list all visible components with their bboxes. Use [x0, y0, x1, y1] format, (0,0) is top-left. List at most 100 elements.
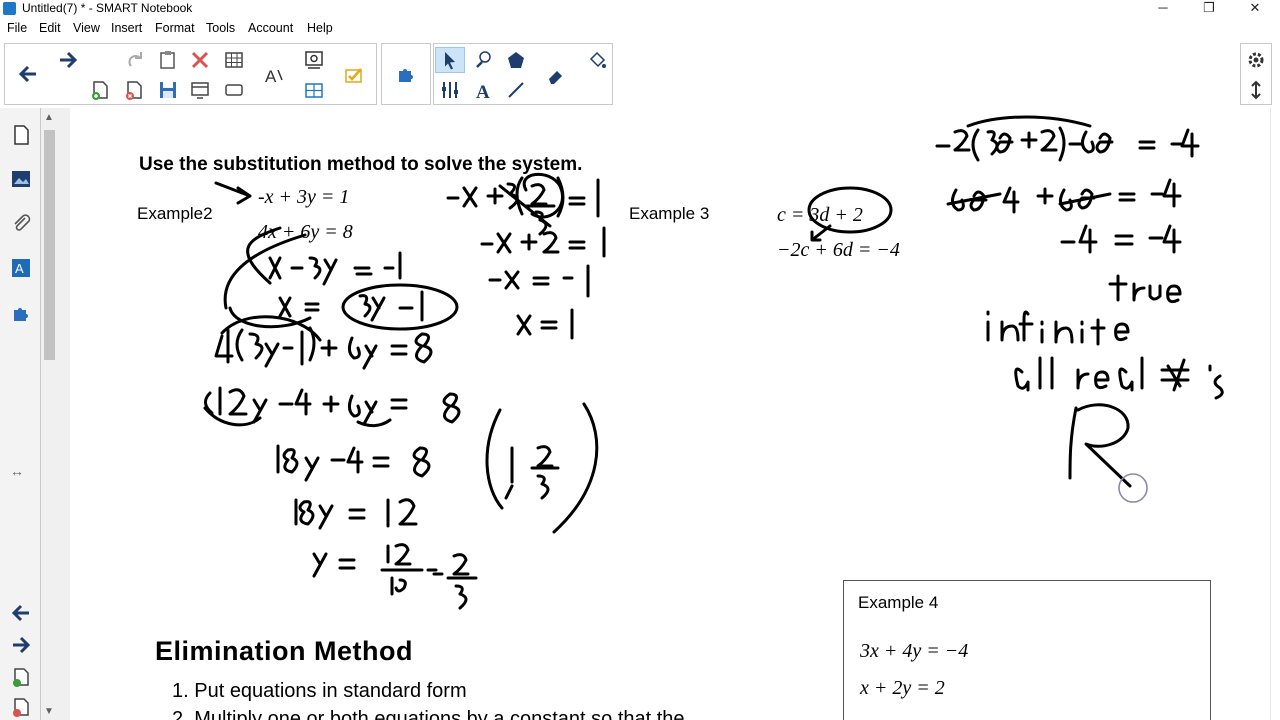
screen-shade-icon [191, 82, 209, 99]
shapes-tool-button[interactable] [501, 47, 531, 73]
side-panel: A ↔ [0, 108, 41, 720]
svg-text:A: A [476, 82, 490, 101]
ink-circle-3d-2 [807, 186, 893, 234]
document-camera-button[interactable] [299, 77, 329, 103]
ink-right-overline [966, 115, 1092, 128]
side-previous-page-button[interactable] [8, 600, 34, 626]
gallery-icon [12, 171, 30, 187]
paste-button[interactable] [153, 47, 183, 73]
menu-insert[interactable]: Insert [111, 21, 142, 35]
restore-button[interactable]: ❐ [1186, 0, 1232, 18]
scroll-down-icon[interactable]: ▼ [44, 706, 54, 717]
side-add-page-button[interactable] [8, 664, 34, 690]
screen-capture-button[interactable] [299, 47, 329, 73]
menu-format[interactable]: Format [155, 21, 195, 35]
vertical-scrollbar[interactable]: ▲ ▼ [41, 108, 58, 720]
settings-button[interactable] [1241, 47, 1271, 73]
puzzle-piece-icon [399, 69, 413, 82]
menu-help[interactable]: Help [307, 21, 333, 35]
page-sorter-tab[interactable] [8, 122, 34, 148]
minimize-button[interactable]: ─ [1140, 0, 1186, 18]
text-tool-button[interactable]: A [469, 77, 499, 103]
select-tool-button[interactable] [435, 47, 465, 73]
properties-tab[interactable]: A [8, 255, 34, 281]
pen-shapes-icon [476, 51, 491, 68]
arrow-left-icon [18, 65, 36, 83]
toolbar-group-settings [1240, 43, 1272, 105]
menu-edit[interactable]: Edit [39, 21, 61, 35]
move-toolbar-button[interactable] [1241, 77, 1271, 103]
ink-line-8 [312, 543, 478, 610]
ink-line-6 [276, 444, 431, 482]
menu-view[interactable]: View [73, 21, 100, 35]
save-button[interactable] [153, 77, 183, 103]
delete-page-button[interactable] [119, 77, 149, 103]
full-screen-button[interactable] [219, 77, 249, 103]
handwritten-ink-layer[interactable] [70, 108, 1270, 720]
scroll-thumb[interactable] [44, 130, 55, 360]
window-title: Untitled(7) * - SMART Notebook [22, 1, 193, 15]
scroll-up-icon[interactable]: ▲ [44, 112, 54, 123]
redo-button[interactable] [121, 47, 151, 73]
eraser-tool-button[interactable] [541, 62, 571, 88]
menu-bar: File Edit View Insert Format Tools Accou… [0, 18, 1280, 38]
ink-rewrite-1 [268, 251, 402, 286]
pen-cursor-circle [1118, 473, 1148, 503]
toolbar: A A [0, 38, 1280, 108]
close-button[interactable]: ✕ [1232, 0, 1278, 18]
move-toolbar-icon [1251, 80, 1261, 100]
next-page-button[interactable] [53, 47, 83, 73]
menu-account[interactable]: Account [248, 21, 293, 35]
measurement-tools-icon [442, 82, 458, 98]
response-button[interactable] [339, 62, 369, 88]
pen-tool-button[interactable] [469, 47, 499, 73]
redo-icon [128, 52, 142, 67]
ink-line-4 [214, 326, 433, 370]
ink-line-5 [204, 386, 461, 426]
text-properties-button[interactable]: A [259, 62, 289, 88]
add-page-icon [13, 668, 29, 687]
ink-arrow [214, 181, 252, 205]
full-screen-icon [225, 84, 243, 96]
gallery-tab[interactable] [8, 166, 34, 192]
add-ons-button[interactable] [391, 61, 421, 87]
show-hide-screen-shade-button[interactable] [185, 77, 215, 103]
properties-icon: A [12, 259, 30, 277]
ink-arrow-down [810, 224, 832, 242]
add-ons-tab[interactable] [8, 300, 34, 326]
ink-right-line-1 [935, 126, 1200, 162]
fill-tool-button[interactable] [582, 47, 612, 73]
menu-file[interactable]: File [7, 21, 27, 35]
measurement-tools-button[interactable] [435, 77, 465, 103]
smart-notebook-app-icon [3, 2, 16, 15]
save-icon [160, 82, 176, 98]
puzzle-piece-icon [14, 308, 28, 321]
shapes-icon [508, 52, 524, 68]
delete-button[interactable] [185, 47, 215, 73]
add-page-icon [92, 81, 108, 100]
line-tool-button[interactable] [501, 77, 531, 103]
svg-text:A: A [15, 261, 24, 276]
delete-page-icon [13, 698, 29, 717]
delete-page-icon [126, 81, 142, 100]
document-camera-icon [305, 83, 323, 98]
arrow-left-icon [11, 604, 29, 622]
menu-tools[interactable]: Tools [206, 21, 235, 35]
ink-substitute-4 [516, 308, 574, 340]
attachments-tab[interactable] [8, 211, 34, 237]
fill-bucket-icon [589, 51, 606, 68]
text-style-icon: A [265, 67, 283, 86]
previous-page-button[interactable] [13, 61, 43, 87]
ink-infinite [986, 310, 1130, 346]
side-next-page-button[interactable] [8, 632, 34, 658]
panel-resize-handle-icon[interactable]: ↔ [10, 463, 24, 479]
new-page-button[interactable] [85, 77, 115, 103]
arrow-right-icon [13, 636, 31, 654]
whiteboard-canvas[interactable]: Use the substitution method to solve the… [70, 108, 1270, 720]
side-delete-page-button[interactable] [8, 694, 34, 720]
ink-all-real [1014, 356, 1224, 400]
gear-icon [1248, 52, 1264, 68]
select-arrow-icon [445, 52, 455, 70]
insert-table-button[interactable] [219, 47, 249, 73]
arrow-right-icon [60, 51, 78, 69]
